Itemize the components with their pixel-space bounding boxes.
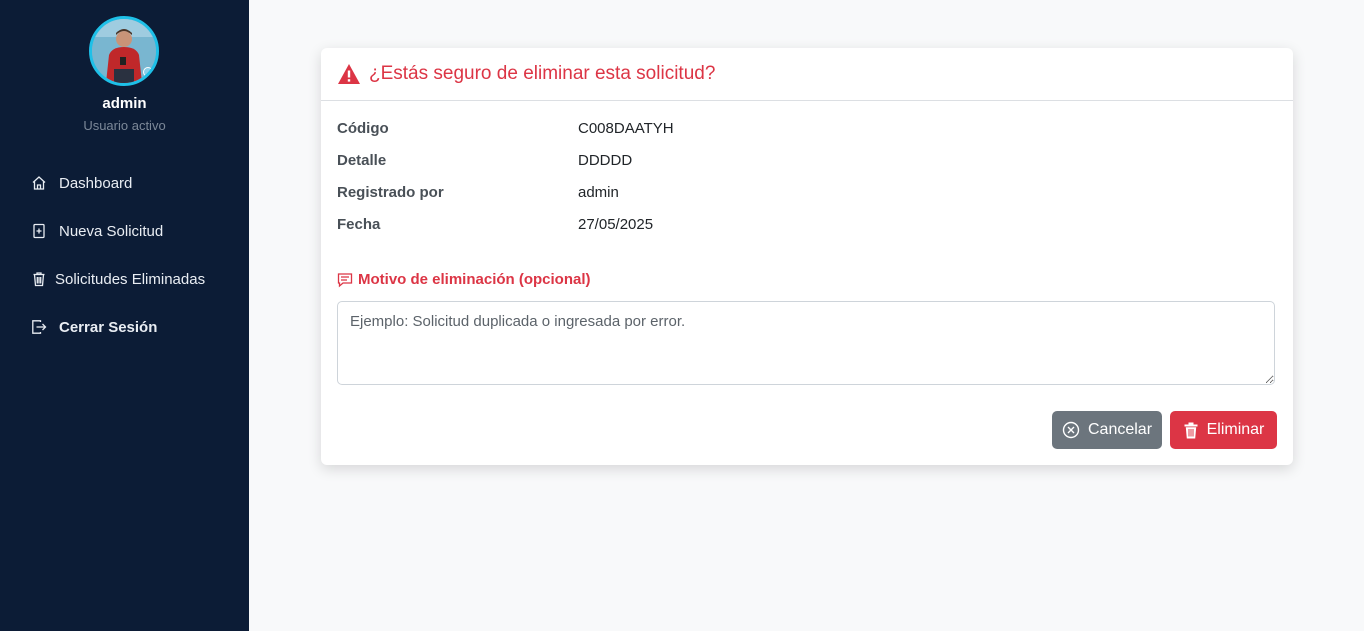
field-label-fecha: Fecha bbox=[337, 216, 381, 233]
delete-button[interactable]: Eliminar bbox=[1170, 411, 1277, 449]
cancel-button-label: Cancelar bbox=[1087, 421, 1153, 438]
nav-cerrar-sesion-label: Cerrar Sesión bbox=[59, 318, 158, 336]
user-status: Usuario activo bbox=[83, 118, 166, 133]
avatar[interactable] bbox=[89, 16, 159, 86]
delete-confirmation-card: ¿Estás seguro de eliminar esta solicitud… bbox=[321, 48, 1293, 465]
field-value-codigo: C008DAATYH bbox=[578, 120, 674, 137]
home-icon bbox=[30, 174, 48, 192]
nav-cerrar-sesion[interactable]: Cerrar Sesión bbox=[30, 315, 157, 339]
user-name: admin bbox=[102, 95, 147, 112]
nav-solicitudes-eliminadas-label: Solicitudes Eliminadas bbox=[55, 270, 206, 288]
warning-icon bbox=[337, 63, 361, 85]
cancel-button[interactable]: Cancelar bbox=[1052, 411, 1162, 449]
modal-title: ¿Estás seguro de eliminar esta solicitud… bbox=[369, 63, 716, 84]
field-label-codigo: Código bbox=[337, 120, 389, 137]
field-value-registrado-por: admin bbox=[578, 184, 619, 201]
nav-solicitudes-eliminadas[interactable]: Solicitudes Eliminadas bbox=[30, 267, 205, 291]
online-status-dot bbox=[143, 67, 153, 77]
reason-label: Motivo de eliminación (opcional) bbox=[337, 271, 591, 288]
trash-icon bbox=[1183, 422, 1199, 439]
reason-textarea[interactable] bbox=[337, 301, 1275, 385]
nav-nueva-solicitud[interactable]: Nueva Solicitud bbox=[30, 219, 163, 243]
field-label-registrado-por: Registrado por bbox=[337, 184, 444, 201]
card-header: ¿Estás seguro de eliminar esta solicitud… bbox=[321, 48, 1293, 101]
sidebar: admin Usuario activo Dashboard Nueva Sol… bbox=[0, 0, 249, 631]
close-circle-icon bbox=[1062, 421, 1080, 439]
logout-icon bbox=[30, 318, 48, 336]
field-value-detalle: DDDDD bbox=[578, 152, 633, 169]
file-plus-icon bbox=[30, 222, 48, 240]
delete-button-label: Eliminar bbox=[1206, 421, 1265, 438]
trash-icon bbox=[30, 270, 48, 288]
nav-dashboard[interactable]: Dashboard bbox=[30, 171, 132, 195]
reason-label-text: Motivo de eliminación (opcional) bbox=[358, 271, 591, 288]
comment-icon bbox=[337, 272, 353, 288]
field-label-detalle: Detalle bbox=[337, 152, 387, 169]
nav-dashboard-label: Dashboard bbox=[59, 174, 133, 192]
field-value-fecha: 27/05/2025 bbox=[578, 216, 654, 233]
nav-nueva-solicitud-label: Nueva Solicitud bbox=[59, 222, 164, 240]
